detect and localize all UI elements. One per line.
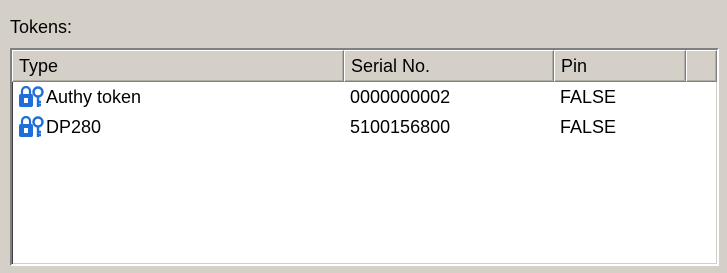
token-type: Authy token [46, 86, 142, 107]
list-header: Type Serial No. Pin [12, 50, 717, 82]
cell-type: Authy token [12, 85, 344, 109]
table-row[interactable]: Authy token 0000000002 FALSE [12, 82, 717, 112]
token-lock-icon [19, 115, 44, 137]
token-type: DP280 [46, 116, 102, 137]
column-header-pin[interactable]: Pin [554, 50, 686, 82]
tokens-label: Tokens: [10, 17, 73, 37]
column-header-filler [686, 50, 717, 82]
table-row[interactable]: DP280 5100156800 FALSE [12, 112, 717, 142]
token-serial: 0000000002 [350, 86, 451, 107]
list-rows: Authy token 0000000002 FALSE DP280 51001… [12, 82, 717, 142]
token-pin: FALSE [560, 116, 617, 137]
token-serial: 5100156800 [350, 116, 451, 137]
token-lock-icon [19, 85, 44, 107]
cell-type: DP280 [12, 115, 344, 139]
column-header-type[interactable]: Type [12, 50, 344, 82]
column-header-serial[interactable]: Serial No. [344, 50, 554, 82]
tokens-list[interactable]: Type Serial No. Pin Authy token 00000000… [10, 48, 719, 266]
token-pin: FALSE [560, 86, 617, 107]
